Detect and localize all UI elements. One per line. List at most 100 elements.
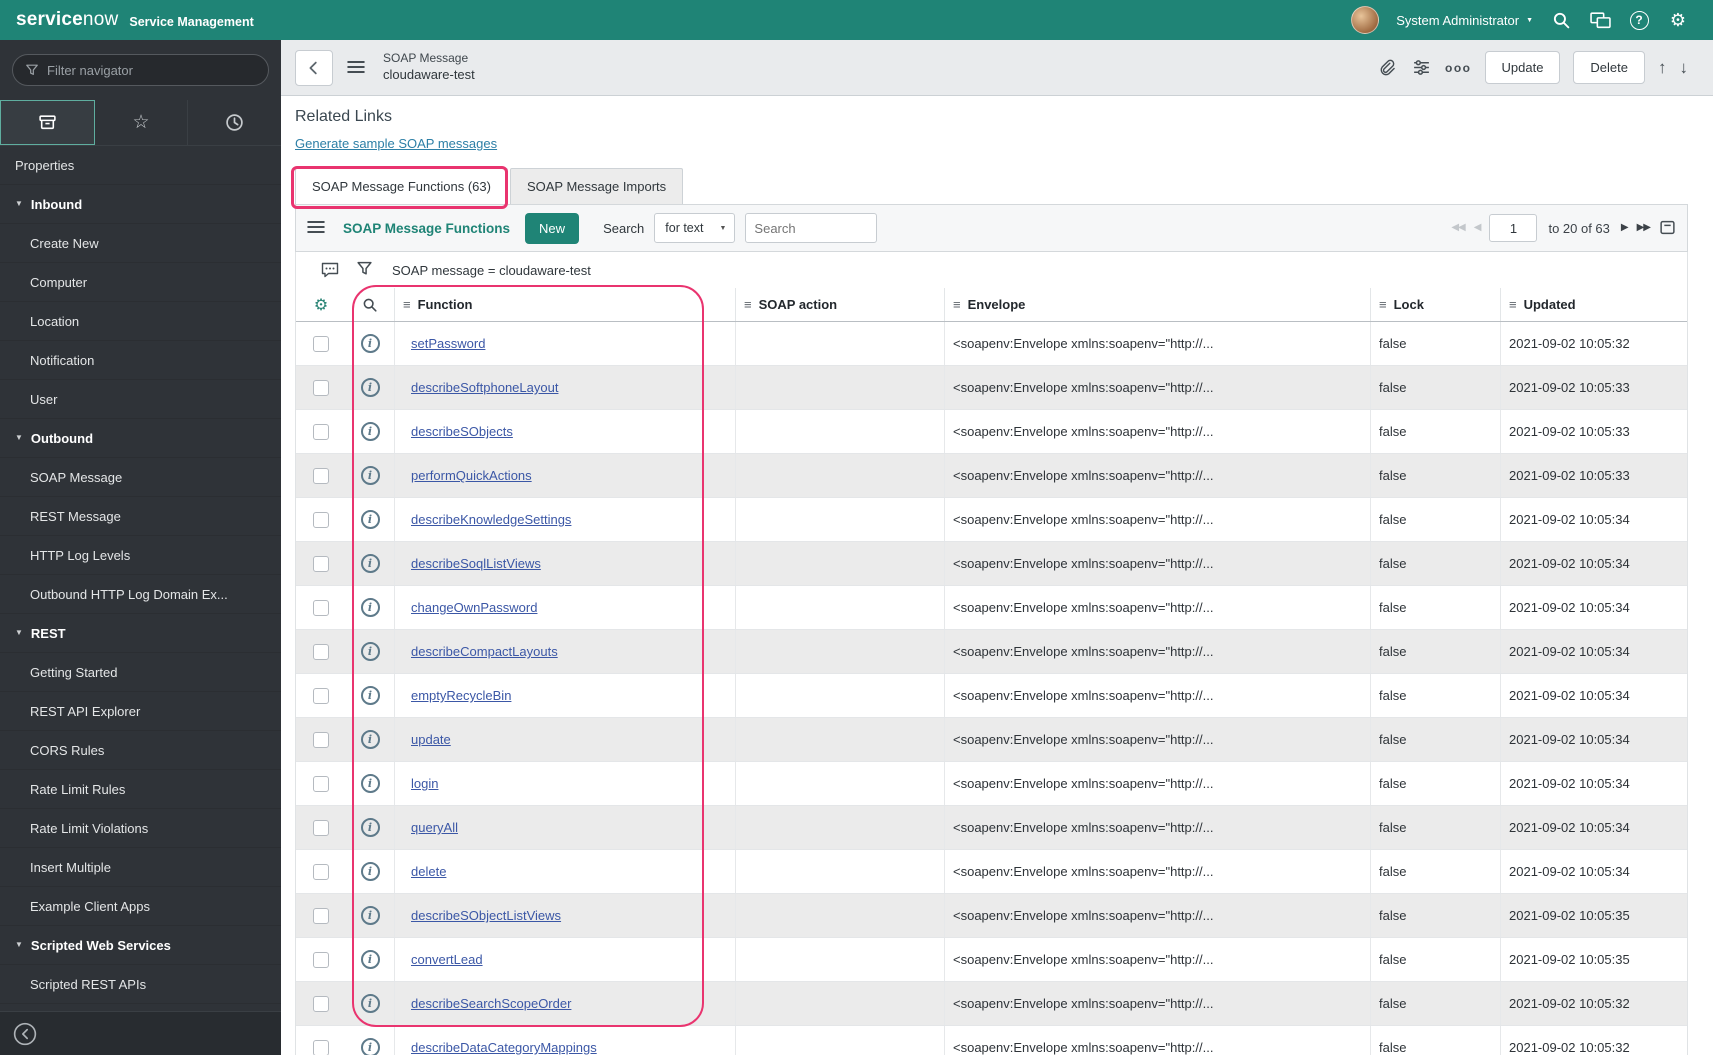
info-icon[interactable]: i (360, 598, 380, 617)
info-icon[interactable]: i (360, 994, 380, 1013)
sidebar-item-cors-rules[interactable]: CORS Rules (0, 731, 281, 770)
list-personalize-gear-icon[interactable]: ⚙ (296, 288, 346, 321)
function-link[interactable]: convertLead (403, 952, 483, 967)
breadcrumb[interactable]: SOAP message = cloudaware-test (392, 263, 591, 278)
row-checkbox[interactable] (313, 467, 329, 484)
filter-navigator[interactable] (12, 54, 269, 86)
column-header-function[interactable]: ≡ Function (394, 288, 735, 321)
page-number-input[interactable] (1489, 214, 1538, 242)
user-menu-button[interactable]: System Administrator ▼ (1396, 13, 1533, 28)
info-icon[interactable]: i (360, 642, 380, 661)
list-title[interactable]: SOAP Message Functions (343, 221, 510, 236)
function-link[interactable]: queryAll (403, 820, 458, 835)
sidebar-item-create-new[interactable]: Create New (0, 224, 281, 263)
function-link[interactable]: describeSObjects (403, 424, 513, 439)
list-context-menu-icon[interactable] (306, 217, 328, 239)
sidebar-item-location[interactable]: Location (0, 302, 281, 341)
function-link[interactable]: describeKnowledgeSettings (403, 512, 571, 527)
sidebar-item-insert-multiple[interactable]: Insert Multiple (0, 848, 281, 887)
info-icon[interactable]: i (360, 950, 380, 969)
info-icon[interactable]: i (360, 422, 380, 441)
column-header-envelope[interactable]: ≡ Envelope (944, 288, 1370, 321)
info-icon[interactable]: i (360, 378, 380, 397)
attachment-paperclip-icon[interactable] (1375, 57, 1397, 79)
row-checkbox[interactable] (313, 907, 329, 924)
row-checkbox[interactable] (313, 863, 329, 880)
info-icon[interactable]: i (360, 334, 380, 353)
info-icon[interactable]: i (360, 730, 380, 749)
sidebar-item-notification[interactable]: Notification (0, 341, 281, 380)
search-type-select[interactable]: for text ▼ (654, 213, 736, 243)
tab-history[interactable] (188, 100, 281, 145)
info-icon[interactable]: i (360, 774, 380, 793)
row-checkbox[interactable] (313, 951, 329, 968)
info-icon[interactable]: i (360, 818, 380, 837)
scroll-down-icon[interactable]: ↓ (1680, 59, 1689, 76)
function-link[interactable]: setPassword (403, 336, 485, 351)
global-search-icon[interactable] (1550, 9, 1572, 31)
sidebar-item-soap-message[interactable]: SOAP Message (0, 458, 281, 497)
function-link[interactable]: login (403, 776, 438, 791)
last-page-icon[interactable]: ▶▶ (1637, 223, 1651, 233)
column-header-lock[interactable]: ≡ Lock (1370, 288, 1500, 321)
sidebar-item-rate-limit-violations[interactable]: Rate Limit Violations (0, 809, 281, 848)
info-icon[interactable]: i (360, 466, 380, 485)
sidebar-item-rest-message[interactable]: REST Message (0, 497, 281, 536)
function-link[interactable]: performQuickActions (403, 468, 532, 483)
tab-soap-message-imports[interactable]: SOAP Message Imports (509, 168, 684, 204)
info-icon[interactable]: i (360, 686, 380, 705)
prev-page-icon[interactable]: ◀ (1474, 223, 1482, 233)
sidebar-item-rest-api-explorer[interactable]: REST API Explorer (0, 692, 281, 731)
info-icon[interactable]: i (360, 906, 380, 925)
row-checkbox[interactable] (313, 379, 329, 396)
sidebar-item-properties[interactable]: Properties (0, 146, 281, 185)
column-header-soap-action[interactable]: ≡ SOAP action (735, 288, 944, 321)
sidebar-item-rate-limit-rules[interactable]: Rate Limit Rules (0, 770, 281, 809)
generate-soap-messages-link[interactable]: Generate sample SOAP messages (295, 136, 497, 151)
info-icon[interactable]: i (360, 554, 380, 573)
info-icon[interactable]: i (360, 1038, 380, 1055)
sidebar-item-getting-started[interactable]: Getting Started (0, 653, 281, 692)
function-link[interactable]: describeSObjectListViews (403, 908, 561, 923)
tab-all-applications[interactable] (0, 100, 95, 145)
sidebar-item-outbound-http-log-domain-ex[interactable]: Outbound HTTP Log Domain Ex... (0, 575, 281, 614)
sidebar-item-computer[interactable]: Computer (0, 263, 281, 302)
sidebar-item-scripted-rest-apis[interactable]: Scripted REST APIs (0, 965, 281, 1004)
personalize-sliders-icon[interactable] (1410, 57, 1432, 79)
new-button[interactable]: New (525, 212, 580, 244)
row-checkbox[interactable] (313, 687, 329, 704)
sidebar-item-scripted-web-services[interactable]: ▼ Scripted Web Services (0, 926, 281, 965)
chat-bubble-icon[interactable] (320, 260, 340, 280)
function-link[interactable]: describeDataCategoryMappings (403, 1040, 597, 1055)
minimize-list-icon[interactable] (1659, 219, 1677, 237)
row-checkbox[interactable] (313, 555, 329, 572)
filter-navigator-input[interactable] (47, 62, 256, 78)
column-search-icon[interactable] (346, 288, 394, 321)
function-link[interactable]: delete (403, 864, 446, 879)
settings-gear-icon[interactable]: ⚙ (1667, 9, 1689, 31)
row-checkbox[interactable] (313, 775, 329, 792)
row-checkbox[interactable] (313, 599, 329, 616)
tab-soap-message-functions[interactable]: SOAP Message Functions (63) (295, 168, 508, 204)
user-avatar[interactable] (1351, 6, 1380, 34)
sidebar-item-outbound[interactable]: ▼ Outbound (0, 419, 281, 458)
sidebar-item-example-client-apps[interactable]: Example Client Apps (0, 887, 281, 926)
function-link[interactable]: emptyRecycleBin (403, 688, 511, 703)
first-page-icon[interactable]: ◀◀ (1451, 223, 1465, 233)
function-link[interactable]: update (403, 732, 451, 747)
row-checkbox[interactable] (313, 1039, 329, 1055)
sidebar-item-inbound[interactable]: ▼ Inbound (0, 185, 281, 224)
collapse-sidebar-icon[interactable] (13, 1022, 37, 1046)
function-link[interactable]: describeSearchScopeOrder (403, 996, 571, 1011)
form-context-menu-icon[interactable] (346, 57, 368, 79)
function-link[interactable]: describeSoqlListViews (403, 556, 541, 571)
row-checkbox[interactable] (313, 511, 329, 528)
list-search-input[interactable] (745, 213, 878, 243)
info-icon[interactable]: i (360, 862, 380, 881)
list-filter-funnel-icon[interactable] (356, 260, 376, 280)
sidebar-item-rest[interactable]: ▼ REST (0, 614, 281, 653)
function-link[interactable]: describeSoftphoneLayout (403, 380, 558, 395)
function-link[interactable]: changeOwnPassword (403, 600, 537, 615)
row-checkbox[interactable] (313, 423, 329, 440)
help-icon[interactable]: ? (1628, 9, 1650, 31)
